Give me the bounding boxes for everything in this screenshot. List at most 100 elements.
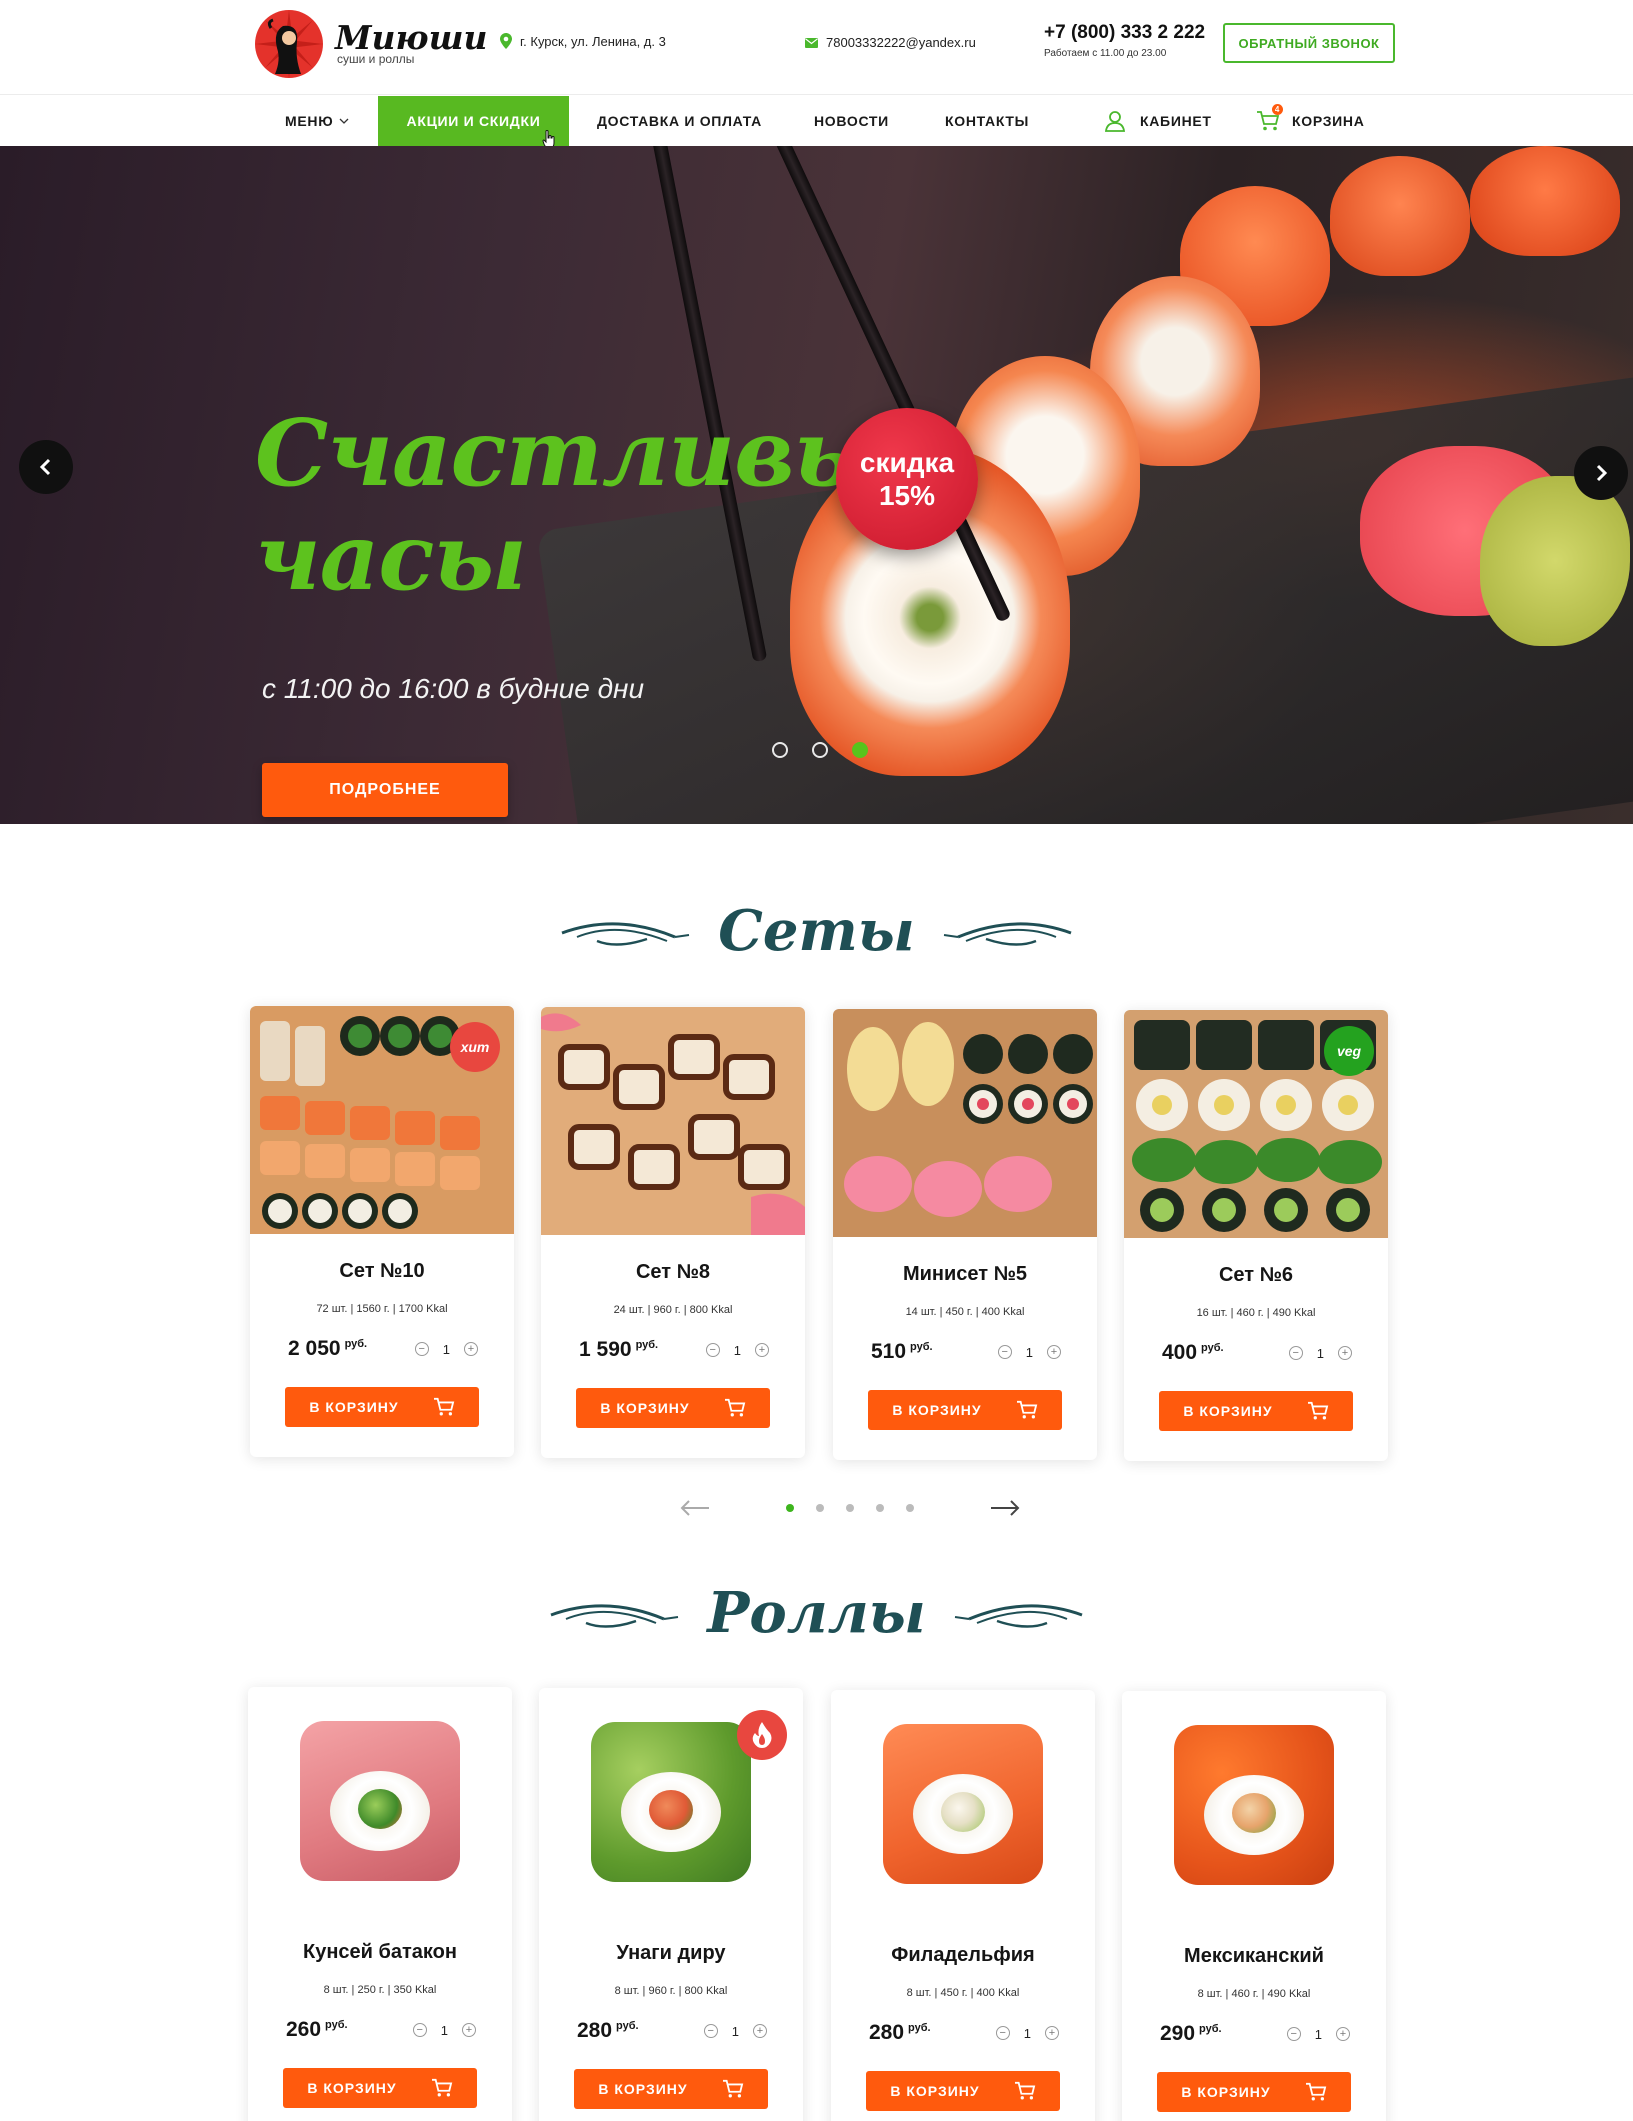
- minus-button[interactable]: −: [705, 1343, 720, 1357]
- product-image[interactable]: [833, 1009, 1097, 1237]
- add-to-cart-label: В КОРЗИНУ: [892, 1402, 982, 1418]
- slider-next-button[interactable]: [1574, 446, 1628, 500]
- product-name[interactable]: Мексиканский: [1122, 1945, 1386, 1968]
- set-photo: [833, 1009, 1097, 1237]
- product-name[interactable]: Кунсей батакон: [248, 1941, 512, 1964]
- arrow-left-icon[interactable]: [680, 1500, 710, 1516]
- hero-title-line2: часы: [255, 503, 527, 611]
- header-email[interactable]: 78003332222@yandex.ru: [805, 35, 976, 50]
- product-meta: 14 шт. | 450 г. | 400 Kkal: [905, 1306, 1025, 1318]
- quantity-value[interactable]: 1: [443, 1342, 450, 1357]
- logo-icon[interactable]: [253, 8, 325, 80]
- plus-button[interactable]: +: [1338, 1346, 1352, 1360]
- site-header: Миюши суши и роллы г. Курск, ул. Ленина,…: [0, 0, 1633, 95]
- header-phone[interactable]: +7 (800) 333 2 222: [1044, 22, 1205, 44]
- nav-promotions[interactable]: АКЦИИ И СКИДКИ: [378, 96, 569, 146]
- plus-button[interactable]: +: [1045, 2026, 1059, 2040]
- pager-dot-active[interactable]: [786, 1504, 794, 1512]
- quantity-value[interactable]: 1: [1024, 2026, 1031, 2041]
- product-price: 510 руб.: [871, 1340, 933, 1364]
- discount-badge-line2: 15%: [878, 480, 936, 511]
- price-row: 280 руб. − 1 +: [539, 2019, 803, 2043]
- product-card-set: Минисет №5 14 шт. | 450 г. | 400 Kkal 51…: [833, 1009, 1097, 1460]
- product-name[interactable]: Унаги диру: [539, 1942, 803, 1965]
- quantity-value[interactable]: 1: [732, 2024, 739, 2039]
- hero-roll: [1470, 146, 1620, 256]
- sets-title: Сеты: [718, 898, 915, 964]
- nav-menu[interactable]: МЕНЮ: [285, 96, 349, 146]
- add-to-cart-button[interactable]: В КОРЗИНУ: [574, 2069, 768, 2109]
- nav-delivery[interactable]: ДОСТАВКА И ОПЛАТА: [597, 96, 762, 146]
- arrow-right-icon[interactable]: [990, 1500, 1020, 1516]
- product-image[interactable]: [248, 1687, 512, 1915]
- pager-dot[interactable]: [876, 1504, 884, 1512]
- plus-button[interactable]: +: [1336, 2027, 1350, 2041]
- quantity-stepper: − 1 +: [703, 2024, 767, 2039]
- add-to-cart-button[interactable]: В КОРЗИНУ: [1157, 2072, 1351, 2112]
- minus-button[interactable]: −: [1286, 2027, 1301, 2041]
- rolls-title: Роллы: [707, 1580, 926, 1646]
- roll-filling: [358, 1789, 402, 1829]
- quantity-value[interactable]: 1: [1317, 1346, 1324, 1361]
- pager-dot[interactable]: [906, 1504, 914, 1512]
- add-to-cart-button[interactable]: В КОРЗИНУ: [1159, 1391, 1353, 1431]
- quantity-value[interactable]: 1: [1026, 1345, 1033, 1360]
- nav-cart[interactable]: 4 КОРЗИНА: [1256, 96, 1365, 146]
- cart-icon: [1305, 2082, 1326, 2101]
- minus-button[interactable]: −: [412, 2023, 427, 2037]
- product-image[interactable]: хит: [250, 1006, 514, 1234]
- product-name[interactable]: Минисет №5: [833, 1263, 1097, 1286]
- minus-button[interactable]: −: [703, 2024, 718, 2038]
- minus-button[interactable]: −: [414, 1342, 429, 1356]
- slider-prev-button[interactable]: [19, 440, 73, 494]
- quantity-value[interactable]: 1: [734, 1343, 741, 1358]
- add-to-cart-button[interactable]: В КОРЗИНУ: [868, 1390, 1062, 1430]
- roll-photo: [1174, 1725, 1334, 1885]
- product-image[interactable]: [541, 1007, 805, 1235]
- callback-button[interactable]: ОБРАТНЫЙ ЗВОНОК: [1223, 23, 1395, 63]
- add-to-cart-button[interactable]: В КОРЗИНУ: [576, 1388, 770, 1428]
- plus-button[interactable]: +: [1047, 1345, 1061, 1359]
- product-image[interactable]: veg: [1124, 1010, 1388, 1238]
- product-image[interactable]: [1122, 1691, 1386, 1919]
- add-to-cart-label: В КОРЗИНУ: [1181, 2084, 1271, 2100]
- add-to-cart-button[interactable]: В КОРЗИНУ: [283, 2068, 477, 2108]
- product-name[interactable]: Сет №8: [541, 1261, 805, 1284]
- email-text[interactable]: 78003332222@yandex.ru: [826, 35, 976, 50]
- product-price: 290 руб.: [1160, 2022, 1222, 2046]
- slider-dot-active[interactable]: [852, 742, 868, 758]
- price-currency: руб.: [1199, 2023, 1222, 2035]
- product-image[interactable]: [831, 1690, 1095, 1918]
- price-row: 280 руб. − 1 +: [831, 2021, 1095, 2045]
- pager-dot[interactable]: [816, 1504, 824, 1512]
- slider-dot[interactable]: [772, 742, 788, 758]
- nav-news[interactable]: НОВОСТИ: [814, 96, 889, 146]
- ornament-left-icon: [561, 922, 690, 946]
- plus-button[interactable]: +: [753, 2024, 767, 2038]
- plus-button[interactable]: +: [464, 1342, 478, 1356]
- cart-icon: [1014, 2081, 1035, 2100]
- product-name[interactable]: Сет №6: [1124, 1264, 1388, 1287]
- hero-more-button[interactable]: ПОДРОБНЕЕ: [262, 763, 508, 817]
- product-image[interactable]: [539, 1688, 803, 1916]
- cart-icon: [433, 1397, 454, 1416]
- quantity-value[interactable]: 1: [441, 2023, 448, 2038]
- hero-slider: Счастливые часы с 11:00 до 16:00 в будни…: [0, 146, 1633, 824]
- nav-contacts[interactable]: КОНТАКТЫ: [945, 96, 1029, 146]
- quantity-value[interactable]: 1: [1315, 2027, 1322, 2042]
- pager-dot[interactable]: [846, 1504, 854, 1512]
- add-to-cart-button[interactable]: В КОРЗИНУ: [866, 2071, 1060, 2111]
- minus-button[interactable]: −: [1288, 1346, 1303, 1360]
- slider-dot[interactable]: [812, 742, 828, 758]
- nav-cabinet[interactable]: КАБИНЕТ: [1104, 96, 1212, 146]
- main-nav: МЕНЮ АКЦИИ И СКИДКИ ДОСТАВКА И ОПЛАТА НО…: [0, 96, 1633, 149]
- add-to-cart-button[interactable]: В КОРЗИНУ: [285, 1387, 479, 1427]
- minus-button[interactable]: −: [995, 2026, 1010, 2040]
- plus-button[interactable]: +: [755, 1343, 769, 1357]
- product-name[interactable]: Филадельфия: [831, 1944, 1095, 1967]
- plus-button[interactable]: +: [462, 2023, 476, 2037]
- product-name[interactable]: Сет №10: [250, 1260, 514, 1283]
- minus-button[interactable]: −: [997, 1345, 1012, 1359]
- price-row: 260 руб. − 1 +: [248, 2018, 512, 2042]
- nav-menu-label: МЕНЮ: [285, 113, 334, 129]
